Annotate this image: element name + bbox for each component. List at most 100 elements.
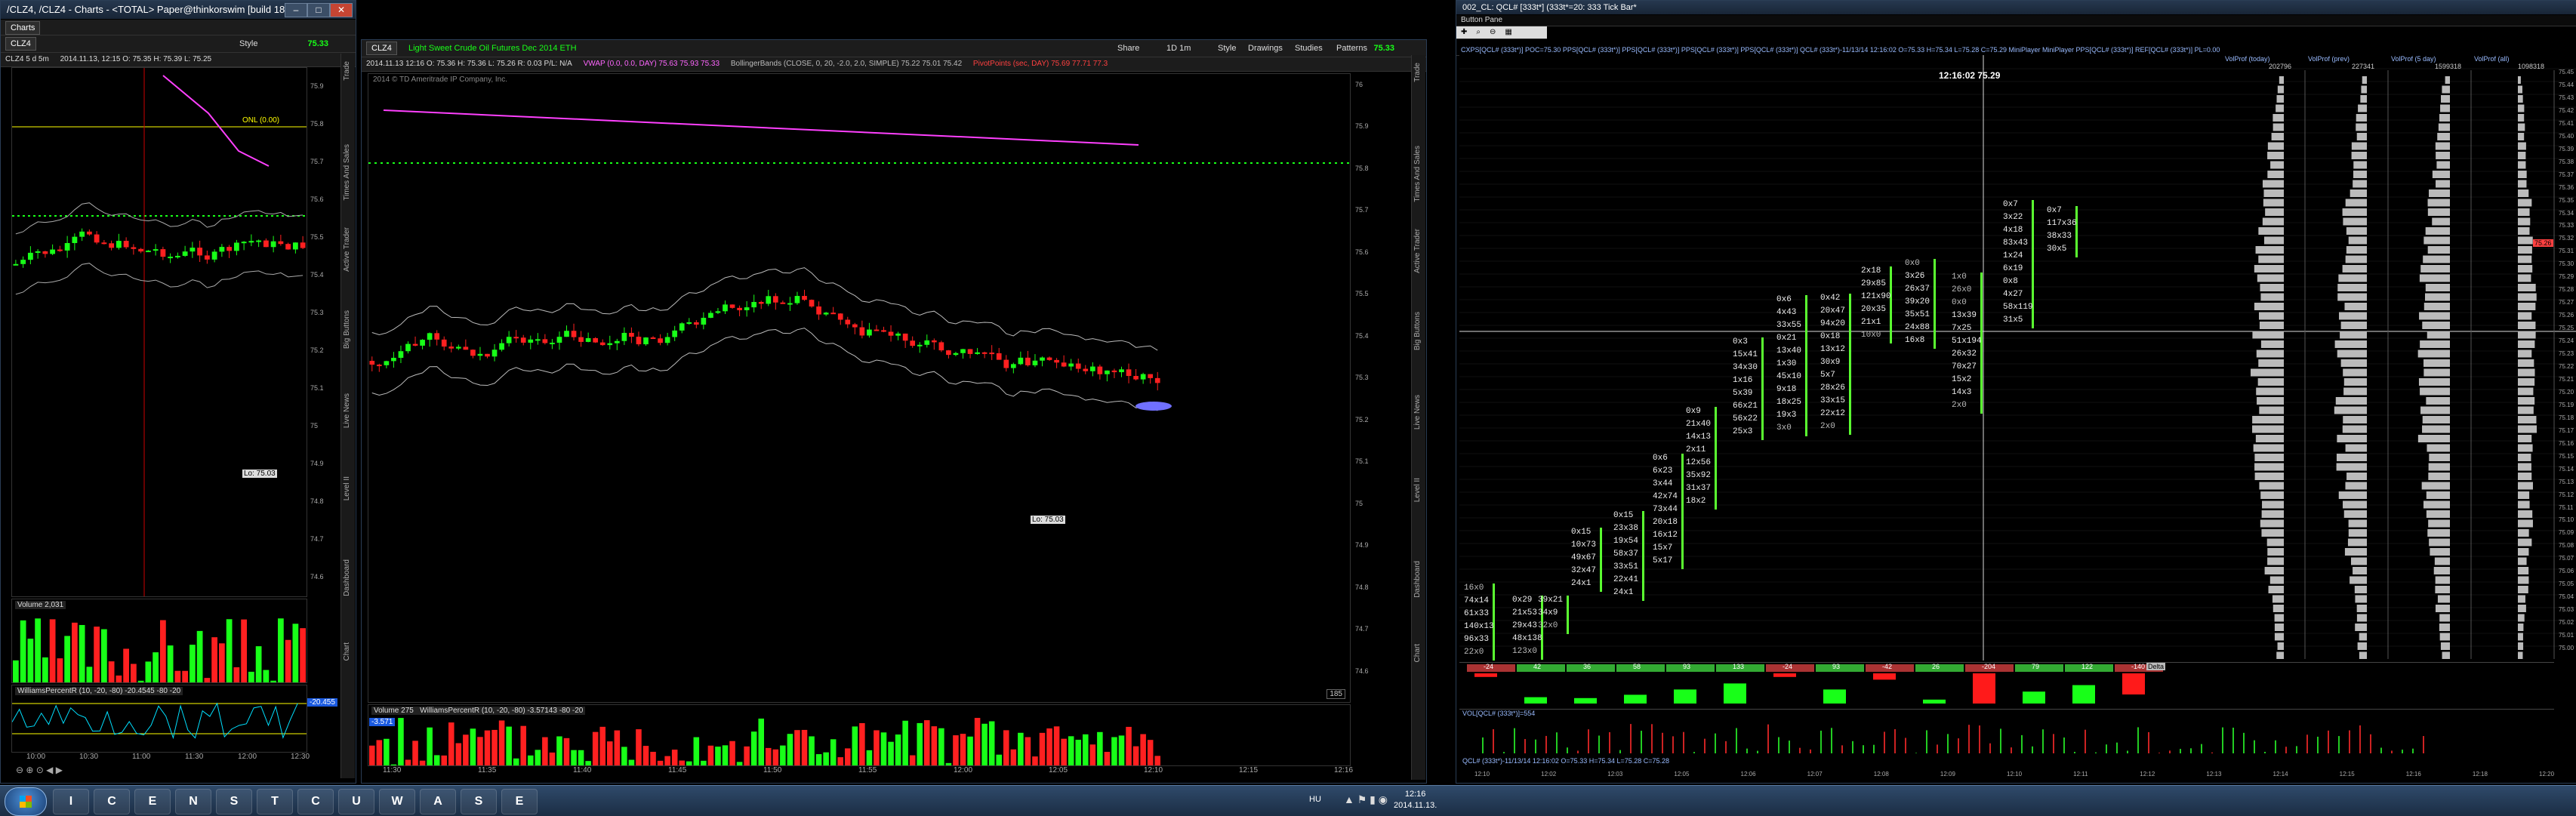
side-tab[interactable]: Live News xyxy=(1413,395,1422,430)
tab-charts[interactable]: Charts xyxy=(5,21,41,35)
zoom-tool-icon[interactable]: ⌕ xyxy=(1476,28,1481,36)
price-tick: 75.10 xyxy=(2559,516,2574,524)
delta-value: 42 xyxy=(1533,663,1542,670)
profile-bar xyxy=(2256,349,2284,358)
language-indicator[interactable]: HU xyxy=(1309,795,1321,804)
volume-bar xyxy=(369,745,375,765)
volume-bar xyxy=(794,730,800,765)
side-tab[interactable]: Active Trader xyxy=(1413,229,1422,273)
vol-indicator-bar xyxy=(2275,740,2276,753)
side-tab[interactable]: Big Buttons xyxy=(1413,312,1422,350)
profile-bar xyxy=(2347,538,2367,547)
side-tab[interactable]: Times And Sales xyxy=(343,144,351,201)
profile-bar xyxy=(2259,482,2284,490)
profile-bar xyxy=(2357,642,2367,650)
price-tick: 75.6 xyxy=(310,196,324,203)
side-tab[interactable]: Level II xyxy=(1413,478,1422,502)
delta-value: 122 xyxy=(2081,663,2094,670)
price-tick: 75.32 xyxy=(2559,235,2574,242)
profile-bar xyxy=(2276,651,2284,660)
taskbar-app-charts[interactable]: C xyxy=(297,789,334,814)
taskbar-app-chrome[interactable]: C xyxy=(94,789,130,814)
start-button[interactable] xyxy=(5,787,47,816)
vol-indicator-bar xyxy=(2011,747,2012,753)
side-tab[interactable]: Times And Sales xyxy=(1413,146,1422,202)
footprint-header-text: CXPS[QCL# (333t*)] POC=75.30 PPS[QCL# (3… xyxy=(1461,46,2220,54)
footprint-titlebar[interactable]: 002_CL: QCL# [333t*] (333t*=20: 333 Tick… xyxy=(1456,1,2576,14)
side-tab[interactable]: Trade xyxy=(343,61,351,81)
side-tab[interactable]: Chart xyxy=(343,642,351,660)
maximize-button[interactable]: □ xyxy=(307,3,330,17)
side-tab[interactable]: Chart xyxy=(1413,644,1422,662)
volume-bar xyxy=(664,756,670,765)
left-zoom-controls[interactable]: ⊖ ⊕ ⊙ ◀ ▶ xyxy=(16,765,106,778)
drawings-menu[interactable]: Drawings xyxy=(1248,40,1283,57)
side-tab[interactable]: Dashboard xyxy=(343,559,351,596)
mid-symbol-field[interactable]: CLZ4 xyxy=(366,42,397,55)
taskbar-app-arrow[interactable]: A xyxy=(420,789,456,814)
tray-icons[interactable]: ▲ ⚑ ▮ ◉ xyxy=(1344,793,1388,806)
price-tick: 75.03 xyxy=(2559,606,2574,614)
profile-bar xyxy=(2350,189,2367,197)
left-side-tabs[interactable]: Trade Times And Sales Active Trader Big But… xyxy=(340,54,355,778)
close-button[interactable]: ✕ xyxy=(330,3,353,17)
cursor-tool-icon[interactable]: ✚ xyxy=(1461,28,1467,36)
style-menu[interactable]: Style xyxy=(1218,40,1236,57)
left-price-panel[interactable]: ONL (0.00) Lo: 75.03 xyxy=(11,67,307,597)
profile-bar xyxy=(2518,133,2525,140)
side-tab[interactable]: Live News xyxy=(343,393,351,428)
profile-bar xyxy=(2518,274,2531,282)
profile-bar xyxy=(2518,473,2532,480)
candle-body xyxy=(629,332,634,337)
timeframe-selector[interactable]: 1D 1m xyxy=(1166,40,1191,57)
zoom-out-icon[interactable]: ⊖ xyxy=(1490,28,1496,36)
taskbar-app-security[interactable]: S xyxy=(461,789,497,814)
bollinger-lower xyxy=(15,263,304,295)
profile-bar xyxy=(2262,500,2284,509)
taskbar-app-tool[interactable]: T xyxy=(257,789,293,814)
taskbar-app-notepad[interactable]: N xyxy=(175,789,211,814)
delta-value: -24 xyxy=(1484,663,1494,670)
taskbar-app-ie[interactable]: I xyxy=(53,789,89,814)
price-tick: 75.27 xyxy=(2559,299,2574,306)
system-clock[interactable]: 12:16 2014.11.13. xyxy=(1394,789,1437,811)
mid-side-tabs[interactable]: Trade Times And Sales Active Trader Big But… xyxy=(1411,55,1425,780)
symbol-field[interactable]: CLZ4 xyxy=(5,37,36,51)
candle-body xyxy=(910,340,916,346)
footprint-cell: 15x41 xyxy=(1733,350,1758,359)
left-chart-window: /CLZ4, /CLZ4 - Charts - <TOTAL> Paper@th… xyxy=(0,0,356,784)
volume-bar xyxy=(535,750,541,765)
taskbar-app-explorer[interactable]: E xyxy=(134,789,171,814)
candle-body xyxy=(463,346,469,350)
side-tab[interactable]: Big Buttons xyxy=(343,310,351,349)
profile-bar xyxy=(2518,435,2532,442)
delta-value: 26 xyxy=(1932,663,1940,670)
taskbar-app-skype[interactable]: S xyxy=(216,789,252,814)
side-tab[interactable]: Level II xyxy=(343,476,351,500)
mid-price-panel[interactable]: 2014 © TD Ameritrade IP Company, Inc. Lo… xyxy=(368,73,1351,703)
share-button[interactable]: Share xyxy=(1117,40,1139,57)
taskbar-app-utility[interactable]: U xyxy=(338,789,374,814)
side-tab[interactable]: Active Trader xyxy=(343,227,351,272)
profile-bar xyxy=(2267,171,2284,178)
footprint-cell: 83x43 xyxy=(2003,239,2029,248)
studies-menu[interactable]: Studies xyxy=(1295,40,1323,57)
grid-icon[interactable]: ▦ xyxy=(1505,28,1511,36)
profile-bar xyxy=(2351,152,2367,159)
vol-indicator-bar xyxy=(2328,730,2329,753)
vol-indicator-bar xyxy=(1767,724,1769,753)
style-menu[interactable]: Style xyxy=(239,35,257,52)
delta-value: 79 xyxy=(2032,663,2040,670)
footprint-cell: 13x39 xyxy=(1952,311,1977,320)
taskbar-app-excel[interactable]: E xyxy=(501,789,538,814)
taskbar-app-word[interactable]: W xyxy=(379,789,415,814)
side-tab[interactable]: Trade xyxy=(1413,63,1422,82)
volume-bar xyxy=(707,745,714,765)
patterns-menu[interactable]: Patterns xyxy=(1336,40,1367,57)
price-tick: 75.5 xyxy=(310,233,324,241)
side-tab[interactable]: Dashboard xyxy=(1413,561,1422,598)
minimize-button[interactable]: – xyxy=(285,3,307,17)
price-tick: 75.40 xyxy=(2559,132,2574,140)
vol-indicator-bar xyxy=(1894,729,1896,753)
profile-bar xyxy=(2272,605,2284,612)
